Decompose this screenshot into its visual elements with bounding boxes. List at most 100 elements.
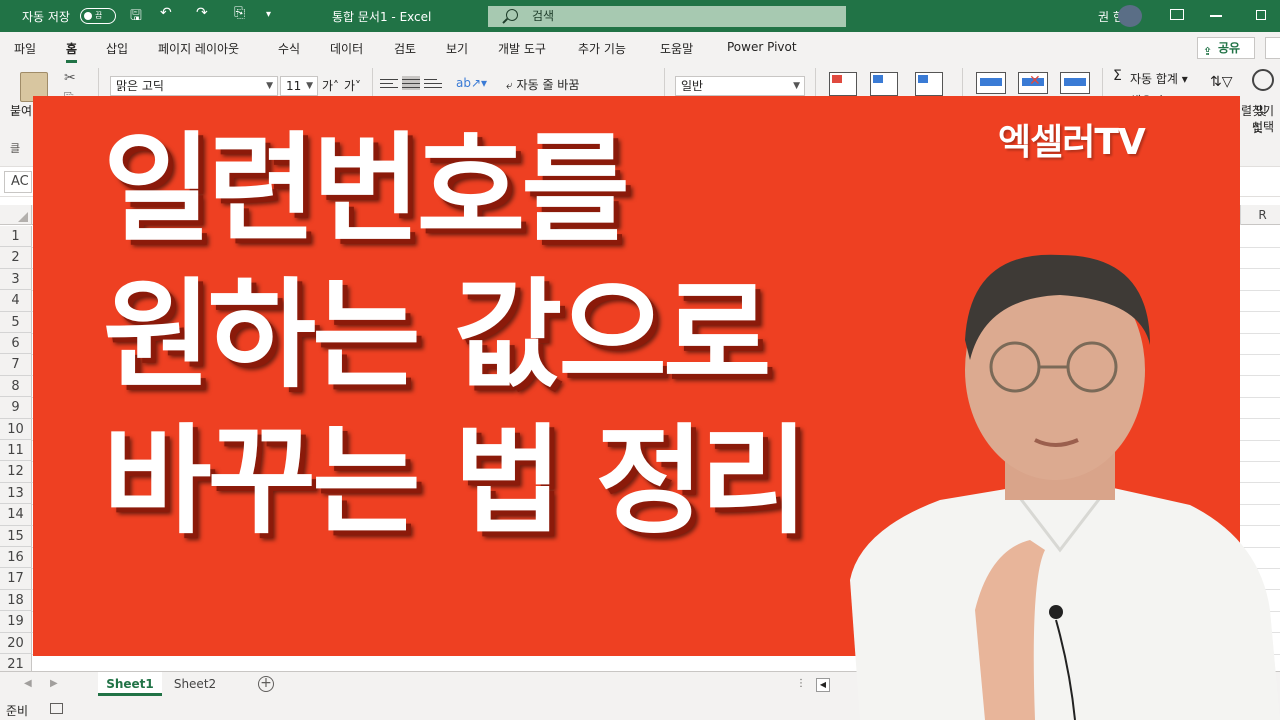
tab-addins[interactable]: 추가 기능 — [578, 40, 626, 57]
share-label: 공유 — [1218, 41, 1241, 55]
sort-filter-icon[interactable]: ⇅▽ — [1210, 74, 1233, 90]
tab-help[interactable]: 도움말 — [660, 40, 693, 57]
name-box[interactable]: AC — [4, 171, 32, 193]
row-header[interactable]: 17 — [0, 568, 32, 590]
ribbon-tabs: 파일 홈 삽입 페이지 레이아웃 수식 데이터 검토 보기 개발 도구 추가 기… — [0, 32, 1280, 64]
paste-label[interactable]: 붙여 — [10, 102, 32, 119]
presenter-photo — [850, 254, 1280, 720]
wrap-text-label: 자동 줄 바꿈 — [516, 78, 580, 92]
chevron-down-icon: ▼ — [306, 81, 313, 91]
row-header[interactable]: 5 — [0, 311, 32, 333]
row-header[interactable]: 6 — [0, 333, 32, 355]
autosum-icon[interactable]: Σ — [1113, 68, 1122, 84]
tab-formulas[interactable]: 수식 — [278, 40, 300, 57]
search-placeholder: 검색 — [532, 9, 555, 23]
row-header[interactable]: 9 — [0, 397, 32, 419]
autosum-button[interactable]: 자동 합계 ▾ — [1130, 70, 1188, 87]
prev-sheet-icon[interactable]: ◀ — [24, 678, 32, 689]
redo-icon[interactable]: ↷ — [196, 5, 208, 21]
search-box[interactable]: 검색 — [488, 6, 846, 27]
cut-icon[interactable]: ✂ — [64, 70, 76, 86]
share-icon: ⇪ — [1203, 45, 1213, 58]
tab-home[interactable]: 홈 — [66, 40, 78, 63]
ribbon-display-icon[interactable] — [1170, 9, 1184, 20]
undo-icon[interactable]: ↶ — [160, 5, 172, 21]
font-name-select[interactable]: 맑은 고딕 ▼ — [110, 76, 278, 96]
delete-cells-icon[interactable] — [1018, 72, 1048, 94]
clipboard-group-label: 클 — [10, 142, 21, 155]
row-header[interactable]: 15 — [0, 525, 32, 547]
clipboard-qat-icon[interactable]: ⎘ — [234, 5, 245, 21]
sheet-tab-1[interactable]: Sheet1 — [98, 672, 162, 696]
grow-font-button[interactable]: 가˄ — [322, 77, 339, 94]
document-title: 통합 문서1 - Excel — [332, 10, 432, 24]
comments-button[interactable] — [1265, 37, 1280, 59]
align-bottom-button[interactable] — [424, 76, 442, 90]
row-header[interactable]: 14 — [0, 504, 32, 526]
find-icon[interactable] — [1252, 69, 1274, 91]
row-header[interactable]: 4 — [0, 290, 32, 312]
tab-page-layout[interactable]: 페이지 레이아웃 — [158, 40, 239, 57]
number-format-select[interactable]: 일반 ▼ — [675, 76, 805, 96]
cell-styles-icon[interactable] — [915, 72, 943, 96]
tab-view[interactable]: 보기 — [446, 40, 468, 57]
add-sheet-icon[interactable]: + — [258, 676, 274, 692]
shrink-font-button[interactable]: 가˅ — [344, 77, 361, 94]
chevron-down-icon: ▼ — [793, 81, 800, 91]
headline-line-1: 일련번호를 — [103, 120, 630, 258]
format-cells-icon[interactable] — [1060, 72, 1090, 94]
align-top-button[interactable] — [380, 76, 398, 90]
macro-record-icon[interactable] — [50, 703, 63, 714]
tab-power-pivot[interactable]: Power Pivot — [727, 40, 797, 54]
minimize-icon[interactable] — [1210, 15, 1222, 17]
row-header[interactable]: 10 — [0, 418, 32, 440]
channel-logo: 엑셀러TV — [998, 122, 1146, 163]
column-header[interactable]: R — [1240, 205, 1280, 225]
row-header[interactable]: 8 — [0, 375, 32, 398]
select-label[interactable]: 선택 — [1252, 118, 1274, 135]
orientation-icon[interactable]: ab↗▾ — [456, 76, 487, 90]
row-header[interactable]: 3 — [0, 268, 32, 291]
tab-splitter-icon[interactable]: ⋮ — [796, 678, 806, 689]
row-header[interactable]: 20 — [0, 632, 32, 654]
share-button[interactable]: ⇪ 공유 — [1197, 37, 1255, 59]
font-size-value: 11 — [286, 79, 302, 93]
conditional-formatting-icon[interactable] — [829, 72, 857, 96]
row-header[interactable]: 16 — [0, 547, 32, 569]
autosave-label: 자동 저장 — [22, 10, 70, 24]
font-name-value: 맑은 고딕 — [116, 79, 164, 93]
row-header[interactable]: 7 — [0, 354, 32, 376]
title-bar: 자동 저장 끔 🖫 ↶ ↷ ⎘ ▾ 통합 문서1 - Excel 검색 권 현욱 — [0, 0, 1280, 32]
tab-review[interactable]: 검토 — [394, 40, 416, 57]
insert-cells-icon[interactable] — [976, 72, 1006, 94]
wrap-text-button[interactable]: ⤶ 자동 줄 바꿈 — [506, 76, 579, 93]
select-all-button[interactable] — [0, 205, 32, 225]
align-middle-button[interactable] — [402, 76, 420, 90]
next-sheet-icon[interactable]: ▶ — [50, 678, 58, 689]
customize-qat-icon[interactable]: ▾ — [266, 9, 271, 20]
row-header[interactable]: 12 — [0, 461, 32, 483]
headline-line-2: 원하는 값으로 — [103, 266, 771, 404]
status-text: 준비 — [6, 704, 29, 718]
font-size-select[interactable]: 11 ▼ — [280, 76, 318, 96]
tab-file[interactable]: 파일 — [14, 40, 36, 57]
search-icon — [506, 9, 518, 21]
tab-data[interactable]: 데이터 — [330, 40, 363, 57]
row-header[interactable]: 13 — [0, 482, 32, 505]
autosum-label: 자동 합계 — [1130, 72, 1178, 86]
row-header[interactable]: 2 — [0, 247, 32, 269]
headline-line-3: 바꾸는 법 정리 — [103, 412, 809, 550]
tab-developer[interactable]: 개발 도구 — [498, 40, 546, 57]
save-icon[interactable]: 🖫 — [130, 5, 142, 29]
row-header[interactable]: 19 — [0, 611, 32, 633]
avatar[interactable] — [1118, 5, 1142, 27]
format-as-table-icon[interactable] — [870, 72, 898, 96]
chevron-down-icon: ▼ — [266, 81, 273, 91]
restore-icon[interactable] — [1256, 10, 1266, 20]
autosave-toggle[interactable]: 끔 — [80, 8, 116, 24]
row-header[interactable]: 11 — [0, 440, 32, 462]
row-header[interactable]: 1 — [0, 226, 32, 248]
tab-insert[interactable]: 삽입 — [106, 40, 128, 57]
sheet-tab-2[interactable]: Sheet2 — [164, 672, 226, 696]
row-header[interactable]: 18 — [0, 589, 32, 612]
